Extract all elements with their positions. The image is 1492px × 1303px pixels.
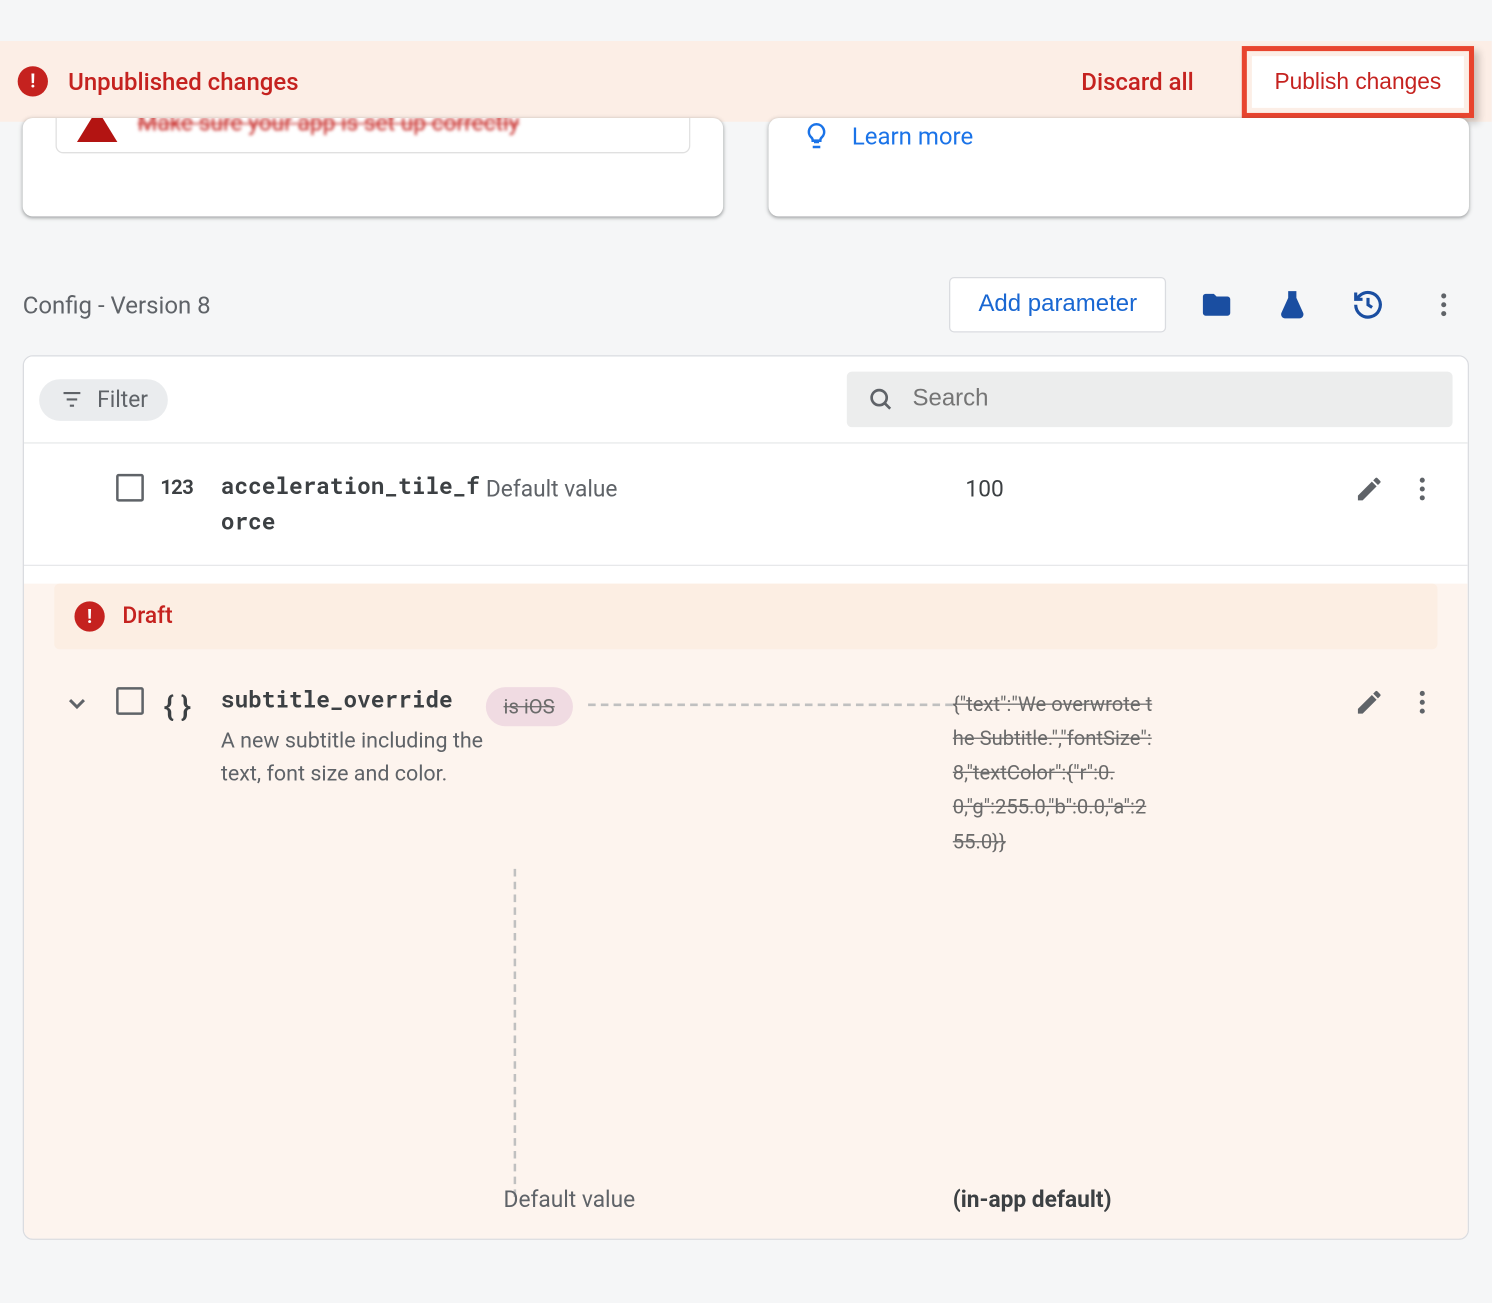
publish-highlight: Publish changes xyxy=(1242,45,1474,117)
unpublished-changes-banner: ! Unpublished changes Discard all Publis… xyxy=(0,41,1492,122)
type-number-icon: 123 xyxy=(160,469,221,501)
param-value-label: Default value xyxy=(486,469,751,503)
filter-chip[interactable]: Filter xyxy=(39,379,168,421)
draft-label: Draft xyxy=(122,603,172,630)
filter-icon xyxy=(59,387,84,412)
parameter-row[interactable]: 123 acceleration_tile_force Default valu… xyxy=(24,444,1468,565)
alert-icon: ! xyxy=(18,66,48,96)
default-value-label: Default value xyxy=(504,1187,636,1214)
search-icon xyxy=(867,384,895,414)
row-checkbox[interactable] xyxy=(100,469,161,502)
draft-banner: ! Draft xyxy=(54,583,1437,649)
setup-warning-text: Make sure your app is set up correctly xyxy=(138,118,520,136)
param-name: acceleration_tile_force xyxy=(221,469,486,539)
lightbulb-icon xyxy=(801,121,831,151)
search-input[interactable] xyxy=(913,386,1433,414)
param-description: A new subtitle including the text, font … xyxy=(221,725,486,791)
setup-warning-row[interactable]: Make sure your app is set up correctly xyxy=(56,118,691,153)
warning-triangle-icon xyxy=(77,118,117,142)
learn-more-link[interactable]: Learn more xyxy=(852,121,973,150)
connector-vertical xyxy=(514,869,517,1197)
row-checkbox[interactable] xyxy=(100,682,161,715)
struck-value: {"text":"We overwrote the Subtitle.","fo… xyxy=(953,687,1155,859)
chevron-down-icon xyxy=(63,689,91,717)
learn-card: Learn more xyxy=(769,118,1469,216)
type-json-icon: {} xyxy=(160,682,221,724)
setup-card: Make sure your app is set up correctly xyxy=(23,118,723,216)
row-more-icon[interactable] xyxy=(1407,687,1437,717)
more-menu-icon[interactable] xyxy=(1418,280,1468,330)
parameters-panel: Filter 123 acceleration_tile_force Defau… xyxy=(23,355,1469,1239)
default-value: (in-app default) xyxy=(953,1187,1112,1214)
alert-icon: ! xyxy=(74,601,104,631)
edit-icon[interactable] xyxy=(1354,474,1384,504)
discard-all-button[interactable]: Discard all xyxy=(1064,57,1212,106)
expand-toggle[interactable] xyxy=(54,682,99,717)
add-parameter-button[interactable]: Add parameter xyxy=(949,277,1166,333)
param-name: subtitle_override xyxy=(221,682,486,717)
param-value: 100 xyxy=(751,469,1299,503)
history-icon[interactable] xyxy=(1343,280,1393,330)
search-box[interactable] xyxy=(847,372,1453,428)
filter-chip-label: Filter xyxy=(97,386,148,413)
connector-line xyxy=(587,703,952,706)
publish-changes-button[interactable]: Publish changes xyxy=(1252,56,1464,108)
banner-title: Unpublished changes xyxy=(68,67,1043,96)
folder-icon[interactable] xyxy=(1191,280,1241,330)
edit-icon[interactable] xyxy=(1354,687,1384,717)
condition-chip[interactable]: is iOS xyxy=(486,687,572,726)
experiment-flask-icon[interactable] xyxy=(1267,280,1317,330)
parameter-row-draft[interactable]: {} subtitle_override A new subtitle incl… xyxy=(24,649,1468,1238)
row-more-icon[interactable] xyxy=(1407,474,1437,504)
config-version-title: Config - Version 8 xyxy=(23,290,924,319)
